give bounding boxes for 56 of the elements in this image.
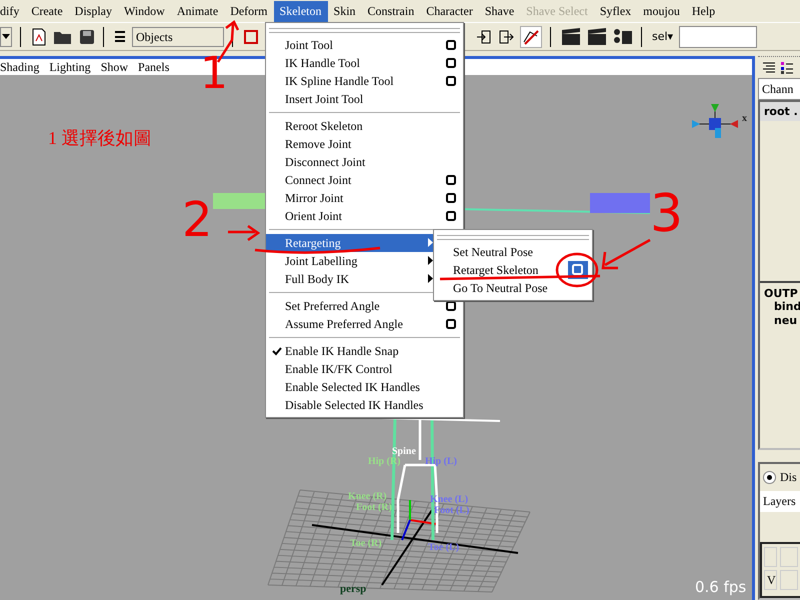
menu-bar-item[interactable]: Syflex <box>594 0 638 22</box>
annotation-mark: 1 <box>200 52 228 96</box>
menu-item[interactable]: Disable Selected IK Handles <box>266 396 463 414</box>
joint-label: Knee (R) <box>348 491 387 502</box>
menu-bar-item[interactable]: Skeleton <box>274 0 328 22</box>
menu-item[interactable]: Disconnect Joint <box>266 153 463 171</box>
menu-item[interactable]: Insert Joint Tool <box>266 90 463 108</box>
joint-label: Foot (R) <box>356 502 392 513</box>
panel-menu-item[interactable]: Panels <box>138 60 170 74</box>
node-name[interactable]: root . <box>760 102 800 121</box>
menu-bar-item[interactable]: Skin <box>328 0 362 22</box>
menu-item[interactable]: Orient Joint <box>266 207 463 225</box>
panel-menu-item[interactable]: Lighting <box>49 60 91 74</box>
mode-field[interactable]: Objects <box>132 26 224 46</box>
menu-item[interactable]: IK Spline Handle Tool <box>266 72 463 90</box>
menu-bar-item[interactable]: Window <box>118 0 171 22</box>
selection-menu[interactable]: sel▾ <box>652 30 674 43</box>
menu-bar-item[interactable]: Display <box>68 0 118 22</box>
menu-item[interactable]: Enable IK/FK Control <box>266 360 463 378</box>
menu-item[interactable]: Enable IK Handle Snap <box>266 342 463 360</box>
joint-label: Toe (R) <box>350 538 382 549</box>
menu-bar-item[interactable]: Character <box>420 0 479 22</box>
layers-menu[interactable]: Layers <box>760 491 800 512</box>
menu-bar-item[interactable]: Help <box>686 0 722 22</box>
menu-bar-item[interactable]: Animate <box>170 0 224 22</box>
channel-box-tab[interactable]: Chann <box>758 78 800 100</box>
menu-bar-item[interactable]: moujou <box>637 0 686 22</box>
menu-bar-item[interactable]: Deform <box>224 0 274 22</box>
fps-readout: 0.6 fps <box>695 578 746 596</box>
menu-bar-item[interactable]: Shave <box>478 0 520 22</box>
menu-item[interactable]: Retarget Skeleton <box>434 261 592 279</box>
menu-item[interactable]: IK Handle Tool <box>266 54 463 72</box>
annotation-mark: 2 <box>182 196 213 244</box>
menu-item[interactable]: Go To Neutral Pose <box>434 279 592 297</box>
menu-item[interactable]: Set Preferred Angle <box>266 297 463 315</box>
joint-label: Toe (L) <box>428 542 460 553</box>
menu-item[interactable]: Connect Joint <box>266 171 463 189</box>
menu-item[interactable]: Assume Preferred Angle <box>266 315 463 333</box>
menu-item[interactable]: Joint Tool <box>266 36 463 54</box>
camera-label: persp <box>340 583 366 595</box>
menu-item[interactable]: Remove Joint <box>266 135 463 153</box>
menu-item[interactable]: Reroot Skeleton <box>266 117 463 135</box>
radio-label: Dis <box>780 470 797 485</box>
menu-bar-item[interactable]: Create <box>25 0 69 22</box>
outputs-heading: OUTP <box>764 287 796 300</box>
menu-item[interactable]: Mirror Joint <box>266 189 463 207</box>
annotation-note: 1 選擇後如圖 <box>48 127 152 150</box>
panel-menu-item[interactable]: Show <box>100 60 128 74</box>
menu-item[interactable]: Enable Selected IK Handles <box>266 378 463 396</box>
axis-label: x <box>742 113 747 124</box>
menu-bar-item[interactable]: Constrain <box>362 0 420 22</box>
annotation-mark: 3 <box>650 188 684 240</box>
visibility-toggle[interactable]: V <box>764 570 778 590</box>
panel-menu-item[interactable]: Shading <box>0 60 40 74</box>
menu-bar-item[interactable]: dify <box>0 0 26 22</box>
output-node[interactable]: neu <box>764 314 796 328</box>
